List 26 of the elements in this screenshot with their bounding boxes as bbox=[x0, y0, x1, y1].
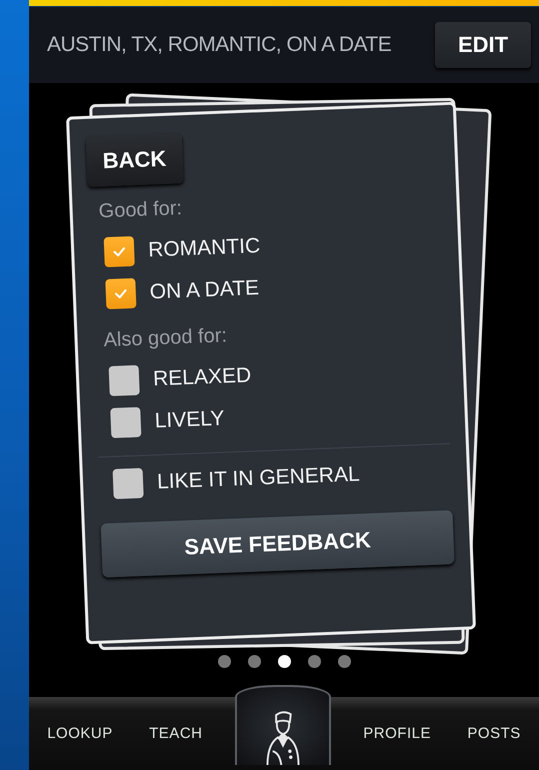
nav-tab[interactable]: TEACH bbox=[145, 721, 206, 746]
page-dot[interactable] bbox=[338, 655, 350, 668]
search-summary: AUSTIN, TX, ROMANTIC, ON A DATE bbox=[47, 33, 392, 57]
checkbox[interactable] bbox=[105, 278, 136, 310]
back-button[interactable]: BACK bbox=[86, 133, 184, 187]
checkbox[interactable] bbox=[110, 407, 142, 438]
option-label: LIVELY bbox=[154, 406, 225, 434]
nav-tab[interactable]: PROFILE bbox=[359, 721, 435, 746]
page-dot[interactable] bbox=[278, 655, 290, 668]
page-dot[interactable] bbox=[308, 655, 320, 668]
page-dot[interactable] bbox=[248, 655, 260, 668]
edit-button[interactable]: EDIT bbox=[435, 22, 531, 68]
option-label: RELAXED bbox=[152, 364, 252, 392]
checkbox[interactable] bbox=[112, 468, 144, 500]
save-feedback-button[interactable]: SAVE FEEDBACK bbox=[100, 510, 454, 578]
section-heading: Good for: bbox=[98, 197, 182, 224]
section-heading: Also good for: bbox=[103, 324, 228, 352]
nav-tab[interactable]: POSTS bbox=[463, 721, 525, 746]
home-button[interactable] bbox=[234, 685, 331, 765]
page-dot[interactable] bbox=[218, 655, 230, 668]
option-label: LIKE IT IN GENERAL bbox=[156, 462, 360, 494]
nav-tab[interactable]: LOOKUP bbox=[43, 721, 117, 746]
option-label: ROMANTIC bbox=[148, 234, 261, 263]
checkbox[interactable] bbox=[108, 365, 140, 396]
option-label: ON A DATE bbox=[149, 276, 260, 305]
checkbox[interactable] bbox=[104, 236, 135, 268]
